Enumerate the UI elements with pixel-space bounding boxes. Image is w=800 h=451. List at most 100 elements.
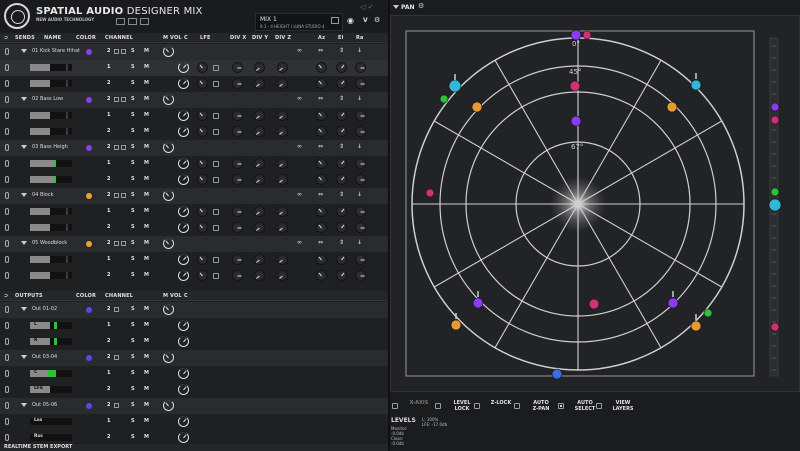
az-knob[interactable] <box>316 110 327 121</box>
link-toggle-icon[interactable] <box>5 208 9 215</box>
c-knob[interactable] <box>197 270 208 281</box>
link-toggle-icon[interactable] <box>5 338 9 345</box>
link-toggle-icon[interactable] <box>5 128 9 135</box>
ra-lock-icon[interactable]: ↓ <box>357 47 362 54</box>
speaker-node[interactable] <box>450 319 462 331</box>
height-strip[interactable] <box>768 37 782 377</box>
az-knob[interactable] <box>316 62 327 73</box>
pan-graphic[interactable]: 0° 45° 67° <box>391 16 799 391</box>
solo-button[interactable]: S <box>131 144 135 150</box>
collapse-triangle-icon[interactable] <box>21 49 27 53</box>
link-toggle-icon[interactable] <box>5 306 9 313</box>
div-y-knob[interactable] <box>277 110 288 121</box>
c-knob[interactable] <box>197 126 208 137</box>
div-y-knob[interactable] <box>277 206 288 217</box>
el-knob[interactable] <box>336 222 347 233</box>
az-knob[interactable] <box>316 270 327 281</box>
lfe-toggle-icon[interactable] <box>213 257 219 263</box>
height-node[interactable] <box>770 187 780 197</box>
mute-button[interactable]: M <box>144 144 149 150</box>
volume-knob[interactable] <box>178 384 189 395</box>
mute-button[interactable]: M <box>144 176 149 182</box>
volume-knob[interactable] <box>163 352 174 363</box>
output-name[interactable]: Out 03-04 <box>32 354 57 360</box>
paste-icon[interactable] <box>121 241 126 246</box>
mute-button[interactable]: M <box>144 272 149 278</box>
div-y-knob[interactable] <box>277 62 288 73</box>
ra-knob[interactable] <box>355 222 366 233</box>
output-row[interactable]: Out 01-02 2 S M <box>0 302 388 318</box>
ra-lock-icon[interactable]: ↓ <box>357 95 362 102</box>
speaker-node[interactable] <box>439 94 449 104</box>
speaker-node[interactable] <box>703 308 713 318</box>
speaker-node[interactable] <box>570 29 582 41</box>
link-toggle-icon[interactable] <box>5 112 9 119</box>
volume-knob[interactable] <box>178 254 189 265</box>
copy-icon[interactable] <box>114 241 119 246</box>
lfe-toggle-icon[interactable] <box>213 113 219 119</box>
volume-knob[interactable] <box>178 174 189 185</box>
volume-knob[interactable] <box>178 416 189 427</box>
toggle-checkbox[interactable] <box>474 403 480 409</box>
link-toggle-icon[interactable] <box>5 434 9 441</box>
copy-icon[interactable] <box>114 97 119 102</box>
az-knob[interactable] <box>316 158 327 169</box>
track-name[interactable]: 02 Bass Low <box>32 96 63 102</box>
toggle-checkbox[interactable] <box>392 403 398 409</box>
output-channel-row[interactable]: L 1 S M <box>0 318 388 334</box>
link-toggle-icon[interactable] <box>5 176 9 183</box>
link-toggle-icon[interactable] <box>5 96 9 103</box>
speaker-node[interactable] <box>690 320 702 332</box>
collapse-triangle-icon[interactable] <box>21 193 27 197</box>
track-name[interactable]: 04 Block <box>32 192 53 198</box>
ra-knob[interactable] <box>355 206 366 217</box>
c-knob[interactable] <box>197 174 208 185</box>
solo-button[interactable]: S <box>131 434 135 440</box>
speaker-node[interactable] <box>588 298 600 310</box>
link-toggle-icon[interactable] <box>5 64 9 71</box>
div-y-knob[interactable] <box>277 158 288 169</box>
ra-lock-icon[interactable]: ↓ <box>357 143 362 150</box>
el-knob[interactable] <box>336 206 347 217</box>
mute-button[interactable]: M <box>144 208 149 214</box>
volume-knob[interactable] <box>178 336 189 347</box>
channel-row[interactable]: 2 S M <box>0 268 388 284</box>
collapse-triangle-icon[interactable] <box>21 355 27 359</box>
speaker-node[interactable] <box>582 30 592 40</box>
track-name[interactable]: 01 Kick Stare Hihat <box>32 48 80 54</box>
link-toggle-icon[interactable] <box>5 224 9 231</box>
mute-button[interactable]: M <box>144 192 149 198</box>
output-channel-row[interactable]: C 1 S M <box>0 366 388 382</box>
lfe-toggle-icon[interactable] <box>213 129 219 135</box>
az-lock-icon[interactable]: ⇔ <box>318 95 323 102</box>
solo-button[interactable]: S <box>131 160 135 166</box>
height-node[interactable] <box>770 322 780 332</box>
solo-button[interactable]: S <box>131 322 135 328</box>
az-knob[interactable] <box>316 254 327 265</box>
speaker-node[interactable] <box>690 79 702 91</box>
track-row[interactable]: 03 Bass Heigh 2 S M ∞ ⇔ ⇕ ↓ <box>0 140 388 156</box>
volume-knob[interactable] <box>178 62 189 73</box>
link-xy-icon[interactable]: ∞ <box>297 191 302 198</box>
ra-knob[interactable] <box>355 254 366 265</box>
volume-knob[interactable] <box>178 126 189 137</box>
ra-lock-icon[interactable]: ↓ <box>357 239 362 246</box>
mute-button[interactable]: M <box>144 338 149 344</box>
version-button[interactable]: V <box>363 17 368 24</box>
height-node[interactable] <box>768 198 782 212</box>
height-node[interactable] <box>770 115 780 125</box>
az-lock-icon[interactable]: ⇔ <box>318 47 323 54</box>
el-lock-icon[interactable]: ⇕ <box>339 47 344 54</box>
az-lock-icon[interactable]: ⇔ <box>318 191 323 198</box>
collapse-triangle-icon[interactable] <box>21 403 27 407</box>
el-knob[interactable] <box>336 78 347 89</box>
toggle-checkbox[interactable] <box>435 403 441 409</box>
solo-button[interactable]: S <box>131 128 135 134</box>
link-toggle-icon[interactable] <box>5 370 9 377</box>
solo-button[interactable]: S <box>131 96 135 102</box>
mute-button[interactable]: M <box>144 306 149 312</box>
az-lock-icon[interactable]: ⇔ <box>318 239 323 246</box>
lfe-toggle-icon[interactable] <box>213 177 219 183</box>
copy-icon[interactable] <box>114 193 119 198</box>
el-knob[interactable] <box>336 174 347 185</box>
